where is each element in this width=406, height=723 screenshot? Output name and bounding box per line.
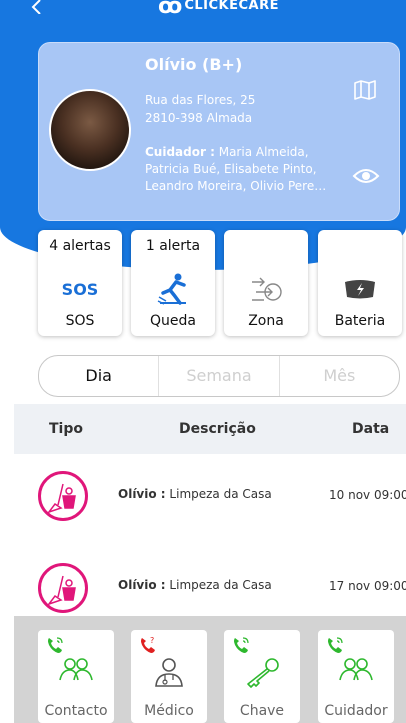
back-button[interactable] [30,0,52,22]
contact-button-cuidador[interactable]: Cuidador [318,630,394,723]
phone-icon [48,637,63,653]
stat-count: 1 alerta [145,238,201,254]
logo-mark-icon: ꝏ [158,0,183,16]
stat-card-queda[interactable]: 1 alerta Queda [131,230,215,336]
logo-text: CLICKECARE [184,0,279,13]
phone-icon: ? [141,636,155,653]
contact-label: Chave [239,703,285,719]
column-header-description: Descrição [179,421,256,437]
address-line-1: Rua das Flores, 25 [145,93,256,107]
battery-icon [318,274,402,304]
contact-label: Cuidador [324,703,388,719]
table-header: Tipo Descrição Data [14,404,406,454]
phone-icon [328,637,343,653]
stat-card-sos[interactable]: 4 alertas SOS SOS [38,230,122,336]
contact-button-medico[interactable]: ? Médico [131,630,207,723]
tab-semana[interactable]: Semana [158,356,278,396]
phone-icon [234,637,249,653]
column-header-date: Data [352,421,390,437]
app-logo: ꝏ CLICKECARE [158,0,279,16]
house-cleaning-icon [38,471,88,521]
caregivers-text: Cuidador : Maria Almeida, Patricia Bué, … [145,144,350,195]
stat-label: SOS [65,313,95,329]
stat-label: Zona [248,313,284,329]
row-description: Olívio : Limpeza da Casa [118,578,272,592]
people-icon [318,656,394,684]
row-date: 10 nov 09:00 [329,488,406,502]
fall-icon [131,273,215,305]
contact-label: Médico [144,703,194,719]
key-icon [224,656,300,690]
stat-label: Queda [150,313,196,329]
contact-button-chave[interactable]: Chave [224,630,300,723]
eye-icon[interactable] [352,167,380,189]
house-cleaning-icon [38,563,88,613]
patient-name: Olívio (B+) [145,55,243,74]
sos-icon: SOS [61,279,99,299]
stat-count: 4 alertas [49,238,111,254]
doctor-icon [131,656,207,688]
avatar [49,89,131,171]
period-selector: Dia Semana Mês [38,355,400,397]
zone-icon [224,274,308,304]
svg-text:?: ? [150,636,154,645]
contact-button-contacto[interactable]: Contacto [38,630,114,723]
caregiver-label: Cuidador : [145,145,215,159]
patient-address: Rua das Flores, 25 2810-398 Almada [145,91,325,127]
people-icon [38,656,114,684]
contact-label: Contacto [44,703,108,719]
address-line-2: 2810-398 Almada [145,111,253,125]
stat-card-bateria[interactable]: Bateria [318,230,402,336]
tab-dia[interactable]: Dia [39,356,158,396]
chevron-left-icon [31,0,41,15]
row-date: 17 nov 09:00 [329,579,406,593]
map-icon[interactable] [354,80,376,104]
tab-mes[interactable]: Mês [278,356,399,396]
row-description: Olívio : Limpeza da Casa [118,487,272,501]
stat-label: Bateria [334,313,386,329]
column-header-type: Tipo [49,421,83,437]
stat-card-zona[interactable]: Zona [224,230,308,336]
